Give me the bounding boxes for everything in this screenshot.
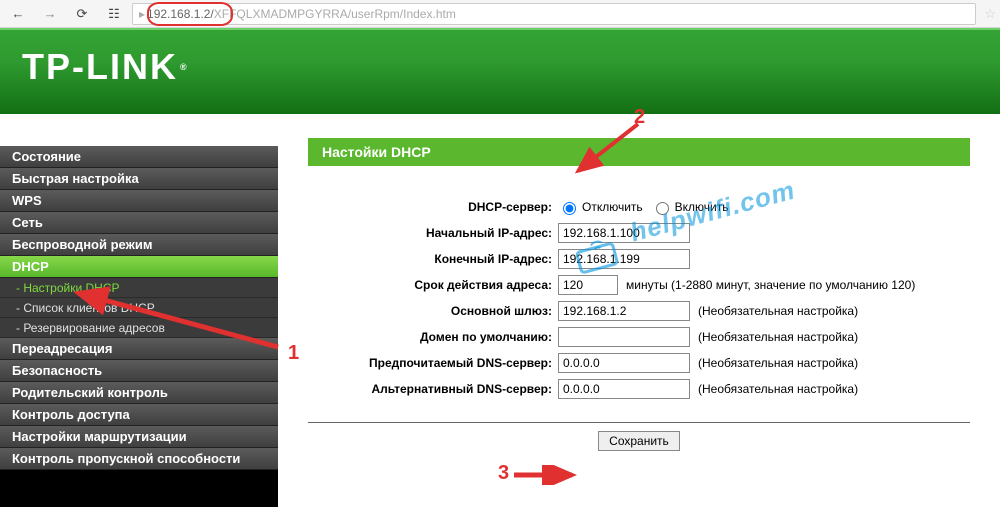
- sidebar-item-wps[interactable]: WPS: [0, 190, 278, 212]
- browser-chrome: ← → ⟳ ☷ ▸ 192.168.1.2/ XFFQLXMADMPGYRRA/…: [0, 0, 1000, 28]
- radio-disable-input[interactable]: [563, 202, 576, 215]
- back-button[interactable]: ←: [4, 3, 32, 25]
- input-dns2[interactable]: [558, 379, 690, 399]
- url-path: XFFQLXMADMPGYRRA/userRpm/Index.htm: [214, 7, 456, 21]
- radio-enable-input[interactable]: [656, 202, 669, 215]
- arrow-3: [512, 465, 582, 485]
- label-domain: Домен по умолчанию:: [308, 330, 558, 344]
- sidebar-item-dhcp[interactable]: DHCP: [0, 256, 278, 278]
- input-gateway[interactable]: [558, 301, 690, 321]
- sidebar-item-forwarding[interactable]: Переадресация: [0, 338, 278, 360]
- sidebar-item-status[interactable]: Состояние: [0, 146, 278, 168]
- label-start-ip: Начальный IP-адрес:: [308, 226, 558, 240]
- hint-domain: (Необязательная настройка): [698, 330, 858, 344]
- label-gateway: Основной шлюз:: [308, 304, 558, 318]
- sidebar-sub-dhcp-settings[interactable]: - Настройки DHCP: [0, 278, 278, 298]
- sidebar-item-parental[interactable]: Родительский контроль: [0, 382, 278, 404]
- radio-disable[interactable]: Отключить: [558, 199, 643, 215]
- sidebar-sub-dhcp-reservation[interactable]: - Резервирование адресов: [0, 318, 278, 338]
- hint-dns1: (Необязательная настройка): [698, 356, 858, 370]
- divider: [308, 422, 970, 423]
- label-end-ip: Конечный IP-адрес:: [308, 252, 558, 266]
- input-start-ip[interactable]: [558, 223, 690, 243]
- reload-button[interactable]: ⟳: [68, 3, 96, 25]
- sidebar-item-bandwidth[interactable]: Контроль пропускной способности: [0, 448, 278, 470]
- sidebar-sub-dhcp-clients[interactable]: - Список клиентов DHCP: [0, 298, 278, 318]
- apps-button[interactable]: ☷: [100, 3, 128, 25]
- sidebar-item-routing[interactable]: Настройки маршрутизации: [0, 426, 278, 448]
- page-icon: ▸: [139, 7, 145, 21]
- content-area: Настойки DHCP DHCP-сервер: Отключить Вкл…: [278, 114, 1000, 507]
- panel-title: Настойки DHCP: [308, 138, 970, 166]
- bookmark-star-icon[interactable]: ☆: [984, 6, 996, 22]
- label-dns2: Альтернативный DNS-сервер:: [308, 382, 558, 396]
- annotation-3: 3: [498, 462, 509, 485]
- sidebar: Состояние Быстрая настройка WPS Сеть Бес…: [0, 114, 278, 507]
- hint-gateway: (Необязательная настройка): [698, 304, 858, 318]
- sidebar-item-network[interactable]: Сеть: [0, 212, 278, 234]
- sidebar-item-wireless[interactable]: Беспроводной режим: [0, 234, 278, 256]
- input-lease[interactable]: [558, 275, 618, 295]
- sidebar-item-access[interactable]: Контроль доступа: [0, 404, 278, 426]
- input-domain[interactable]: [558, 327, 690, 347]
- hint-dns2: (Необязательная настройка): [698, 382, 858, 396]
- tp-link-logo: TP-LINK®: [22, 46, 189, 88]
- input-dns1[interactable]: [558, 353, 690, 373]
- label-dns1: Предпочитаемый DNS-сервер:: [308, 356, 558, 370]
- save-button[interactable]: Сохранить: [598, 431, 680, 451]
- page-header: TP-LINK®: [0, 28, 1000, 114]
- forward-button: →: [36, 3, 64, 25]
- hint-lease: минуты (1-2880 минут, значение по умолча…: [626, 278, 915, 292]
- sidebar-item-security[interactable]: Безопасность: [0, 360, 278, 382]
- radio-enable[interactable]: Включить: [651, 199, 729, 215]
- label-lease: Срок действия адреса:: [308, 278, 558, 292]
- label-dhcp-server: DHCP-сервер:: [308, 200, 558, 214]
- sidebar-item-quicksetup[interactable]: Быстрая настройка: [0, 168, 278, 190]
- main-layout: Состояние Быстрая настройка WPS Сеть Бес…: [0, 114, 1000, 507]
- address-bar[interactable]: ▸ 192.168.1.2/ XFFQLXMADMPGYRRA/userRpm/…: [132, 3, 976, 25]
- input-end-ip[interactable]: [558, 249, 690, 269]
- url-ip: 192.168.1.2/: [147, 7, 214, 21]
